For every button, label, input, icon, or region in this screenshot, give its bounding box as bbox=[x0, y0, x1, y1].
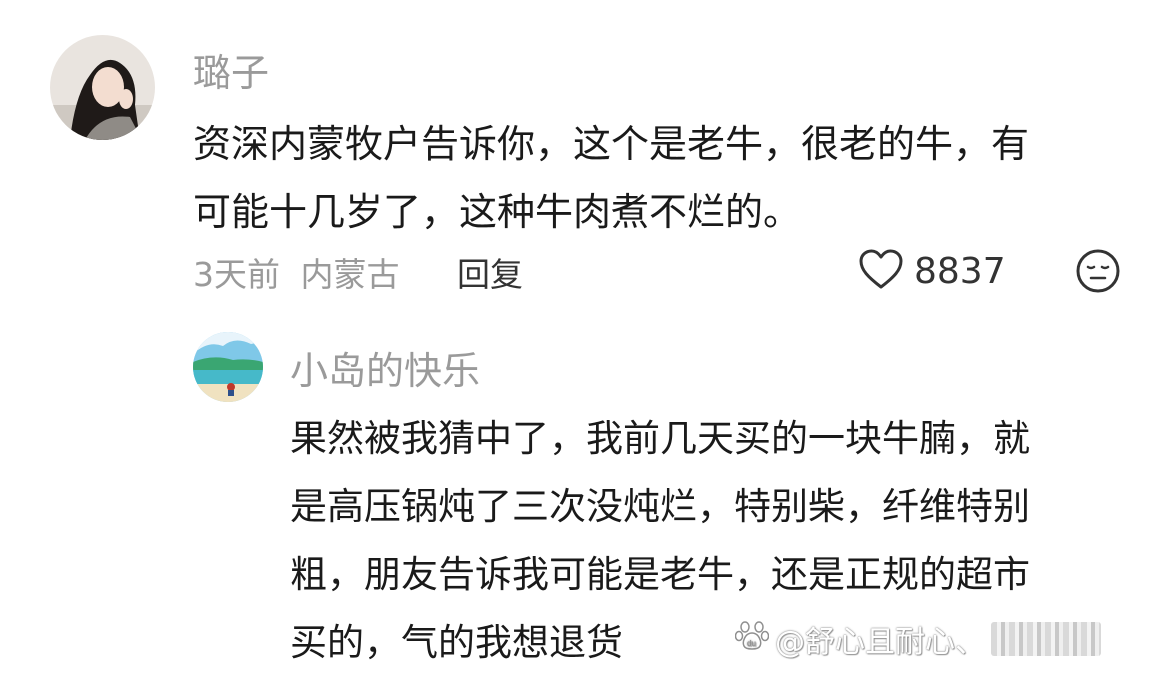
comment-meta: 3天前 内蒙古 bbox=[193, 248, 400, 296]
meh-face-icon bbox=[1075, 249, 1121, 298]
comment-location: 内蒙古 bbox=[300, 255, 400, 294]
comment-text: 资深内蒙牧户告诉你，这个是老牛，很老的牛，有 可能十几岁了，这种牛肉煮不烂的。 bbox=[193, 110, 1029, 246]
comment-text-line: 可能十几岁了，这种牛肉煮不烂的。 bbox=[193, 190, 802, 234]
svg-text:du: du bbox=[747, 639, 756, 648]
comment-time: 3天前 bbox=[193, 255, 280, 294]
reply-text-line: 果然被我猜中了，我前几天买的一块牛腩，就 bbox=[290, 417, 1030, 460]
comment-username[interactable]: 璐子 bbox=[193, 42, 269, 97]
like-button[interactable]: 8837 bbox=[858, 248, 1006, 294]
comment-item: 璐子 资深内蒙牧户告诉你，这个是老牛，很老的牛，有 可能十几岁了，这种牛肉煮不烂… bbox=[0, 0, 1169, 310]
reply-username[interactable]: 小岛的快乐 bbox=[290, 340, 480, 395]
paw-logo-icon: du bbox=[734, 618, 770, 660]
reply-text-line: 粗，朋友告诉我可能是老牛，还是正规的超市 bbox=[290, 553, 1030, 596]
reply-text-line: 是高压锅炖了三次没炖烂，特别柴，纤维特别 bbox=[290, 485, 1030, 528]
like-count: 8837 bbox=[914, 250, 1006, 292]
avatar[interactable] bbox=[50, 35, 155, 140]
reply-button[interactable]: 回复 bbox=[457, 248, 523, 296]
reply-avatar[interactable] bbox=[193, 332, 263, 402]
comment-text-line: 资深内蒙牧户告诉你，这个是老牛，很老的牛，有 bbox=[193, 122, 1030, 166]
watermark: du @舒心且耐心、 bbox=[734, 617, 1101, 661]
dislike-button[interactable] bbox=[1075, 248, 1121, 298]
watermark-redacted bbox=[991, 622, 1101, 656]
heart-icon bbox=[858, 248, 904, 294]
watermark-text: @舒心且耐心、 bbox=[775, 625, 985, 660]
